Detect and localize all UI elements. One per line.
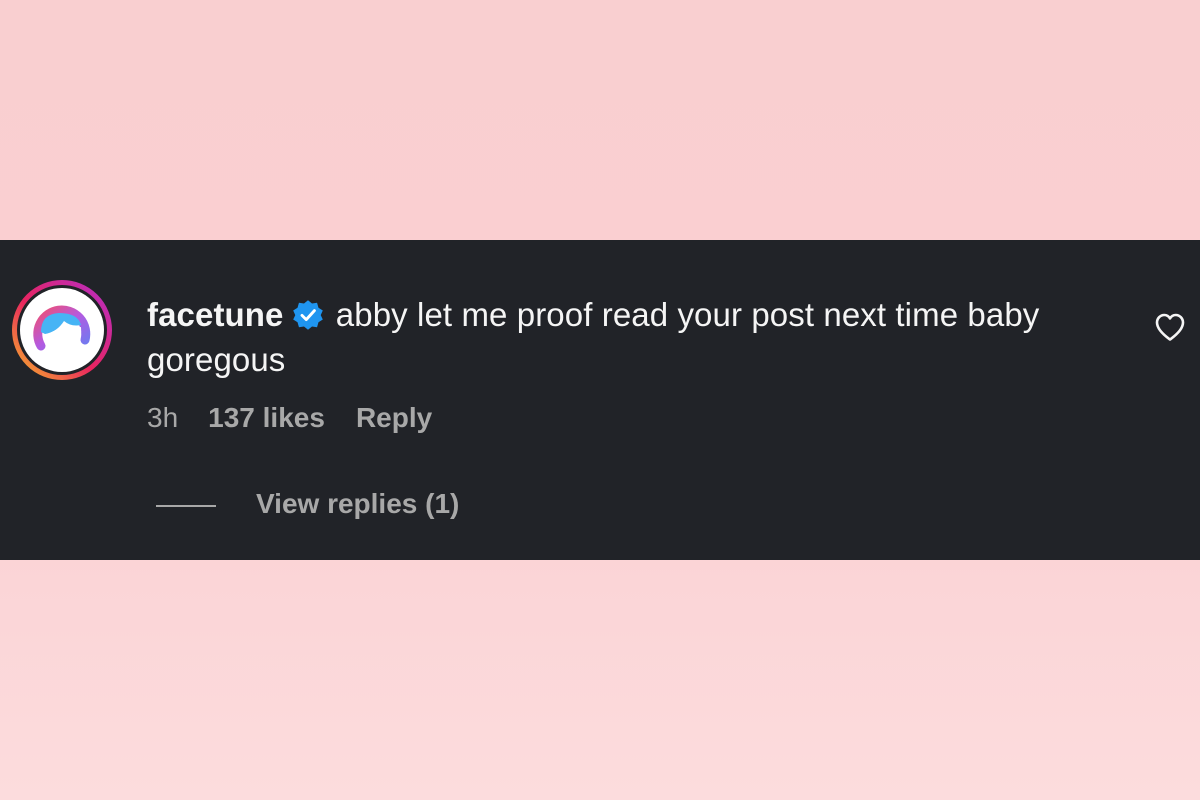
comment-username[interactable]: facetune bbox=[147, 296, 284, 333]
like-comment-button[interactable] bbox=[1154, 312, 1186, 342]
replies-divider bbox=[156, 505, 216, 507]
comment-timestamp: 3h bbox=[147, 402, 179, 433]
avatar[interactable] bbox=[12, 280, 112, 380]
verified-badge-icon bbox=[292, 299, 324, 331]
facetune-logo-icon bbox=[12, 280, 112, 380]
reply-button[interactable]: Reply bbox=[356, 402, 432, 434]
heart-outline-icon bbox=[1155, 313, 1185, 341]
comment-likes-count[interactable]: 137 likes bbox=[208, 402, 325, 434]
comment-body: facetune abby let me proof read your pos… bbox=[147, 292, 1132, 382]
view-replies-button[interactable]: View replies (1) bbox=[256, 484, 459, 524]
comment-meta: 3h 137 likes Reply bbox=[147, 398, 432, 438]
comment-panel: facetune abby let me proof read your pos… bbox=[0, 240, 1200, 560]
